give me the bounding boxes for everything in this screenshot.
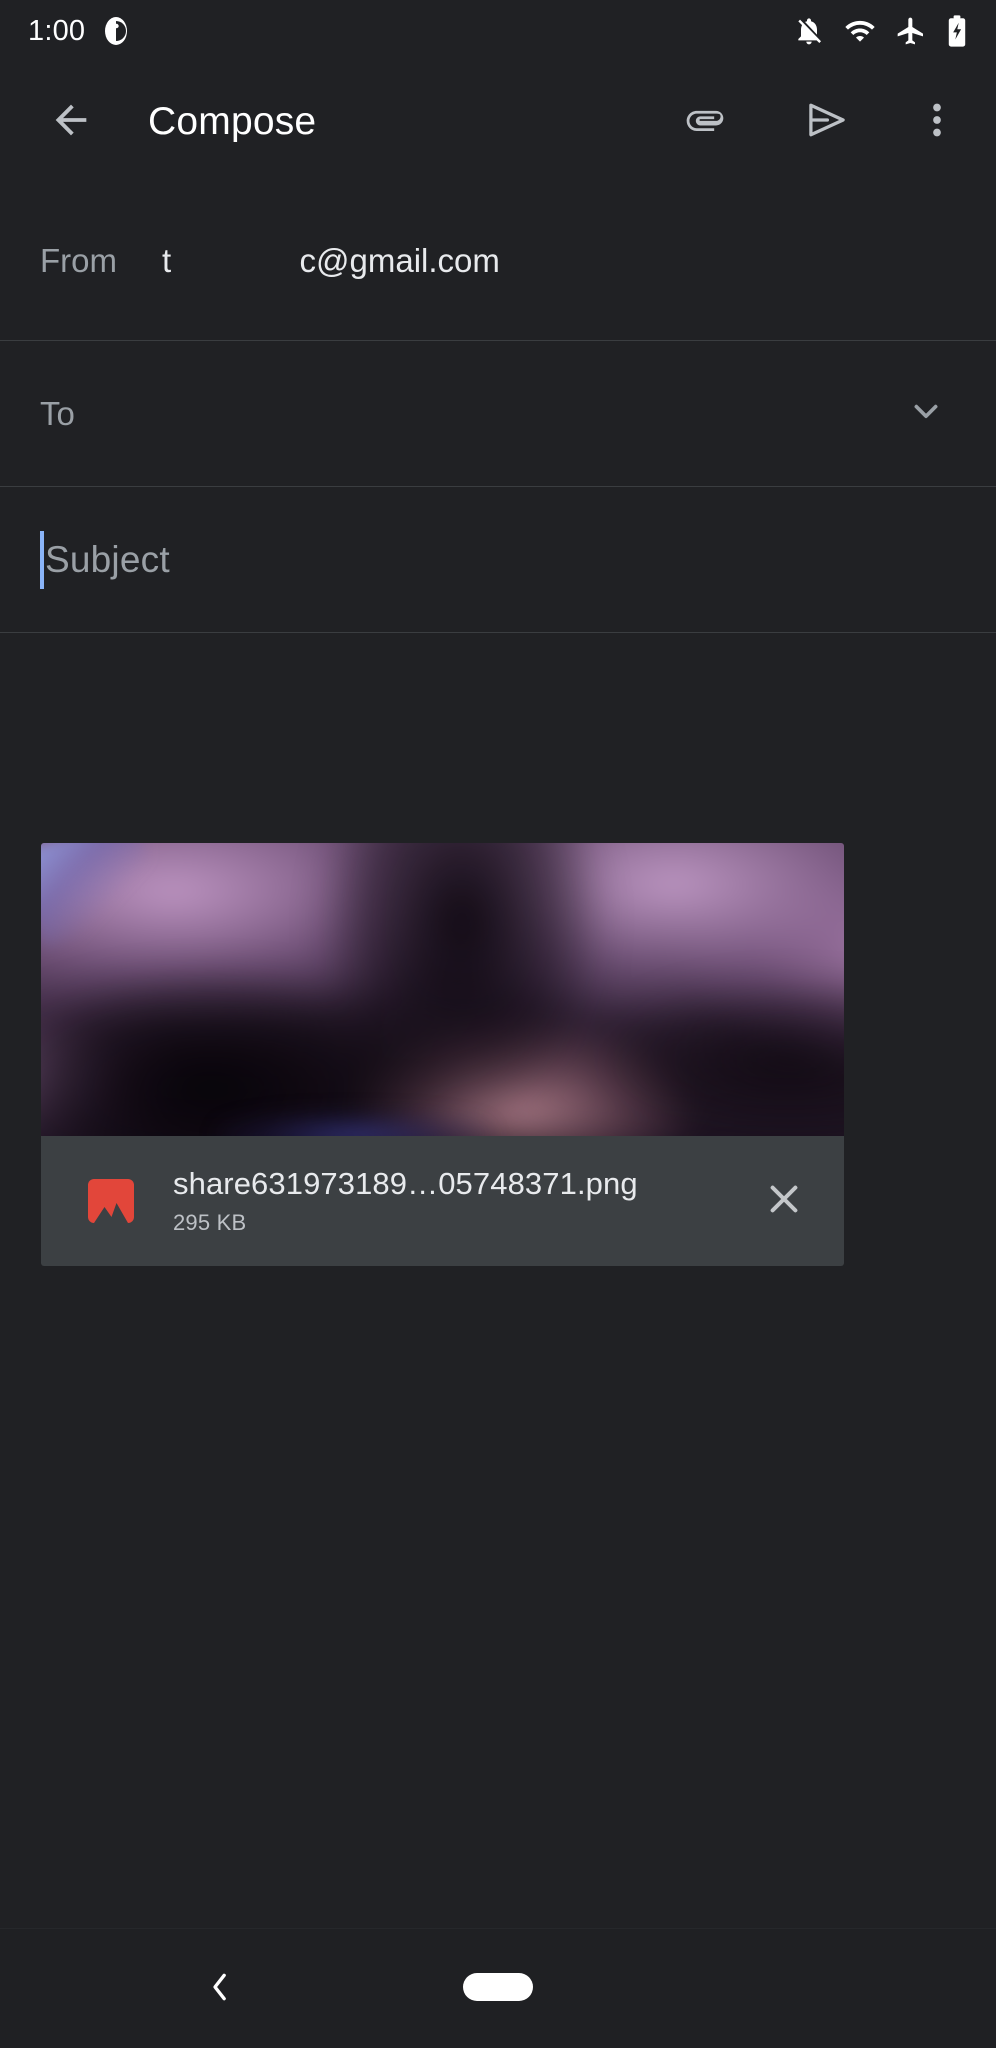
chevron-left-icon bbox=[200, 1967, 240, 2012]
message-body-area[interactable]: share631973189…05748371.png 295 KB bbox=[0, 633, 996, 1928]
status-bar: 1:00 bbox=[0, 0, 996, 62]
remove-attachment-button[interactable] bbox=[746, 1163, 822, 1239]
subject-field-row[interactable]: Subject bbox=[0, 487, 996, 632]
app-bar: Compose bbox=[0, 62, 996, 182]
from-field-row[interactable]: From t c@gmail.com bbox=[0, 182, 996, 340]
from-account-value: t c@gmail.com bbox=[162, 242, 500, 279]
notifications-off-icon bbox=[793, 15, 825, 47]
chevron-down-icon bbox=[905, 390, 947, 437]
system-navigation-bar bbox=[0, 1928, 996, 2048]
text-cursor bbox=[40, 530, 44, 589]
attachment-thumbnail[interactable] bbox=[41, 843, 844, 1136]
paperclip-icon bbox=[683, 98, 727, 147]
back-button[interactable] bbox=[34, 85, 108, 159]
image-file-icon bbox=[88, 1179, 134, 1223]
attachment-info-row: share631973189…05748371.png 295 KB bbox=[41, 1136, 844, 1266]
to-field-row[interactable]: To bbox=[0, 341, 996, 486]
page-title: Compose bbox=[148, 100, 317, 143]
to-input[interactable]: To bbox=[40, 395, 75, 433]
send-icon bbox=[804, 97, 850, 148]
overflow-menu-icon bbox=[915, 98, 959, 147]
attachment-meta: share631973189…05748371.png 295 KB bbox=[173, 1166, 736, 1236]
status-bar-right bbox=[793, 14, 968, 48]
thumbnail-shadow-overlay bbox=[41, 843, 844, 1136]
attachment-card[interactable]: share631973189…05748371.png 295 KB bbox=[41, 843, 844, 1266]
battery-charging-icon bbox=[946, 14, 968, 48]
subject-input[interactable]: Subject bbox=[45, 539, 170, 581]
close-icon bbox=[763, 1178, 805, 1225]
expand-recipients-button[interactable] bbox=[896, 384, 956, 444]
more-options-button[interactable] bbox=[900, 85, 974, 159]
clock-app-icon bbox=[103, 15, 129, 47]
arrow-left-icon bbox=[48, 97, 94, 148]
airplane-mode-icon bbox=[895, 15, 927, 47]
nav-home-indicator[interactable] bbox=[463, 1973, 533, 2001]
attachment-file-name: share631973189…05748371.png bbox=[173, 1166, 638, 1201]
status-bar-clock: 1:00 bbox=[28, 14, 86, 47]
nav-back-button[interactable] bbox=[182, 1951, 258, 2027]
attachment-file-size: 295 KB bbox=[173, 1210, 247, 1235]
attach-file-button[interactable] bbox=[668, 85, 742, 159]
status-bar-left: 1:00 bbox=[28, 15, 129, 48]
send-button[interactable] bbox=[790, 85, 864, 159]
thumbnail-blue-glow bbox=[217, 1112, 491, 1136]
wifi-icon bbox=[844, 15, 876, 47]
from-label: From bbox=[40, 242, 117, 279]
